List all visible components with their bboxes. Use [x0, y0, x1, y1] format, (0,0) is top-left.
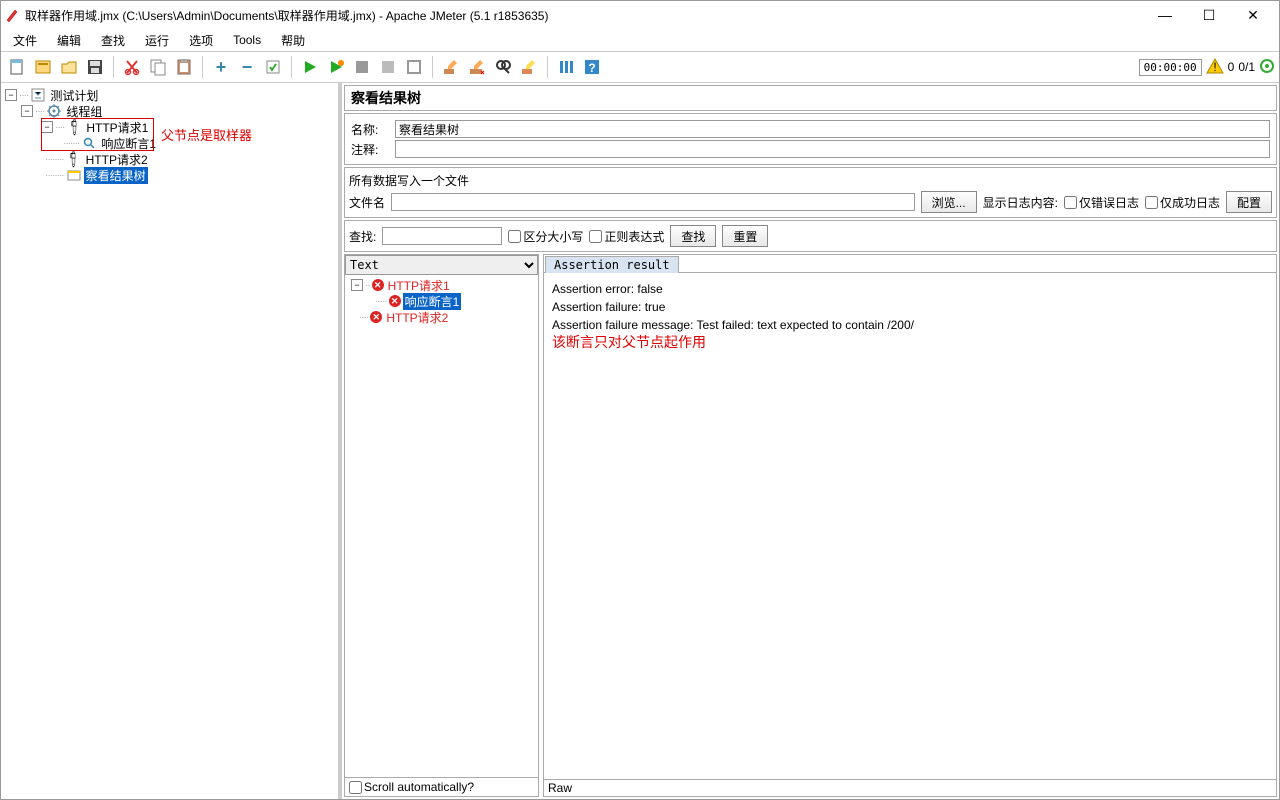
toggle-icon[interactable]: −: [5, 89, 17, 101]
error-icon: ✕: [389, 295, 401, 307]
function-helper-icon[interactable]: [554, 55, 578, 79]
stop-icon[interactable]: [350, 55, 374, 79]
thread-ratio: 0/1: [1238, 60, 1255, 74]
search-input[interactable]: [382, 227, 502, 245]
start-icon[interactable]: [298, 55, 322, 79]
annotation-text: 父节点是取样器: [161, 125, 252, 144]
toolbar: + − ? 00:00:00 ! 0 0/1: [1, 51, 1279, 83]
testplan-icon: [30, 87, 46, 103]
title-bar: 取样器作用域.jmx (C:\Users\Admin\Documents\取样器…: [1, 1, 1279, 29]
menu-help[interactable]: 帮助: [273, 30, 313, 51]
remote-stop-icon[interactable]: [402, 55, 426, 79]
error-icon: ✕: [370, 311, 382, 323]
error-count: 0: [1228, 60, 1235, 74]
svg-text:!: !: [1213, 60, 1216, 74]
collapse-icon[interactable]: −: [235, 55, 259, 79]
render-select[interactable]: Text: [345, 255, 538, 275]
assertion-result-body: Assertion error: false Assertion failure…: [544, 273, 1276, 779]
logshow-label: 显示日志内容:: [983, 194, 1058, 211]
start-notimers-icon[interactable]: [324, 55, 348, 79]
menu-search[interactable]: 查找: [93, 30, 133, 51]
result-node-assertion[interactable]: 响应断言1: [403, 293, 462, 310]
open-icon[interactable]: [57, 55, 81, 79]
error-icon: ✕: [372, 279, 384, 291]
threadgroup-icon: [46, 103, 62, 119]
comment-label: 注释:: [351, 141, 395, 158]
configure-button[interactable]: 配置: [1226, 191, 1272, 213]
clear-all-icon[interactable]: [465, 55, 489, 79]
menu-file[interactable]: 文件: [5, 30, 45, 51]
successes-only-checkbox[interactable]: 仅成功日志: [1145, 194, 1220, 211]
tree-node-req2[interactable]: HTTP请求2: [84, 151, 150, 168]
filename-label: 文件名: [349, 194, 385, 211]
copy-icon[interactable]: [146, 55, 170, 79]
new-icon[interactable]: [5, 55, 29, 79]
menu-edit[interactable]: 编辑: [49, 30, 89, 51]
annotation-box: [41, 118, 154, 151]
file-group-title: 所有数据写入一个文件: [349, 172, 1272, 189]
listener-icon: [66, 167, 82, 183]
expand-icon[interactable]: +: [209, 55, 233, 79]
search-button[interactable]: 查找: [670, 225, 716, 247]
tab-assertion-result[interactable]: Assertion result: [545, 256, 679, 273]
menu-options[interactable]: 选项: [181, 30, 221, 51]
raw-label[interactable]: Raw: [548, 781, 572, 795]
results-tree[interactable]: − ·· ✕ HTTP请求1 ····· ✕ 响应断言1 ···· ✕ HTTP…: [345, 275, 538, 777]
panel-title: 察看结果树: [344, 85, 1277, 111]
tree-node-viewresults[interactable]: 察看结果树: [84, 167, 148, 184]
menu-bar: 文件 编辑 查找 运行 选项 Tools 帮助: [1, 29, 1279, 51]
menu-tools[interactable]: Tools: [225, 31, 269, 49]
clear-icon[interactable]: [439, 55, 463, 79]
tree-node-testplan[interactable]: 测试计划: [48, 87, 100, 104]
result-node-req1[interactable]: HTTP请求1: [386, 277, 452, 294]
name-label: 名称:: [351, 121, 395, 138]
toggle-icon[interactable]: [261, 55, 285, 79]
search-icon[interactable]: [491, 55, 515, 79]
sampler-icon: 🖊: [66, 151, 82, 167]
help-icon[interactable]: ?: [580, 55, 604, 79]
toggle-icon[interactable]: −: [21, 105, 33, 117]
paste-icon[interactable]: [172, 55, 196, 79]
result-node-req2[interactable]: HTTP请求2: [384, 309, 450, 326]
name-input[interactable]: [395, 120, 1270, 138]
case-checkbox[interactable]: 区分大小写: [508, 228, 583, 245]
jmeter-icon: [5, 8, 19, 22]
menu-run[interactable]: 运行: [137, 30, 177, 51]
tree-node-threadgroup[interactable]: 线程组: [64, 103, 104, 120]
test-plan-tree[interactable]: − ···· 测试计划 − ···· 线程组 − ···· 🖊 HTTP请求1 …: [1, 83, 341, 799]
threads-indicator-icon: [1259, 58, 1275, 77]
templates-icon[interactable]: [31, 55, 55, 79]
search-label: 查找:: [349, 228, 376, 245]
element-editor: 察看结果树 名称: 注释: 所有数据写入一个文件 文件名 浏览... 显示日志内…: [341, 83, 1279, 799]
reset-search-icon[interactable]: [517, 55, 541, 79]
elapsed-time: 00:00:00: [1139, 59, 1202, 76]
browse-button[interactable]: 浏览...: [921, 191, 977, 213]
filename-input[interactable]: [391, 193, 915, 211]
cut-icon[interactable]: [120, 55, 144, 79]
window-title: 取样器作用域.jmx (C:\Users\Admin\Documents\取样器…: [25, 7, 548, 24]
shutdown-icon[interactable]: [376, 55, 400, 79]
regex-checkbox[interactable]: 正则表达式: [589, 228, 664, 245]
minimize-button[interactable]: —: [1143, 1, 1187, 29]
comment-input[interactable]: [395, 140, 1270, 158]
svg-text:?: ?: [588, 61, 595, 75]
warning-icon[interactable]: !: [1206, 57, 1224, 78]
close-button[interactable]: ✕: [1231, 1, 1275, 29]
reset-button[interactable]: 重置: [722, 225, 768, 247]
errors-only-checkbox[interactable]: 仅错误日志: [1064, 194, 1139, 211]
toggle-icon[interactable]: −: [351, 279, 363, 291]
save-icon[interactable]: [83, 55, 107, 79]
assertion-annotation: 该断言只对父节点起作用: [552, 336, 706, 351]
scroll-auto-checkbox[interactable]: Scroll automatically?: [349, 780, 474, 794]
maximize-button[interactable]: ☐: [1187, 1, 1231, 29]
